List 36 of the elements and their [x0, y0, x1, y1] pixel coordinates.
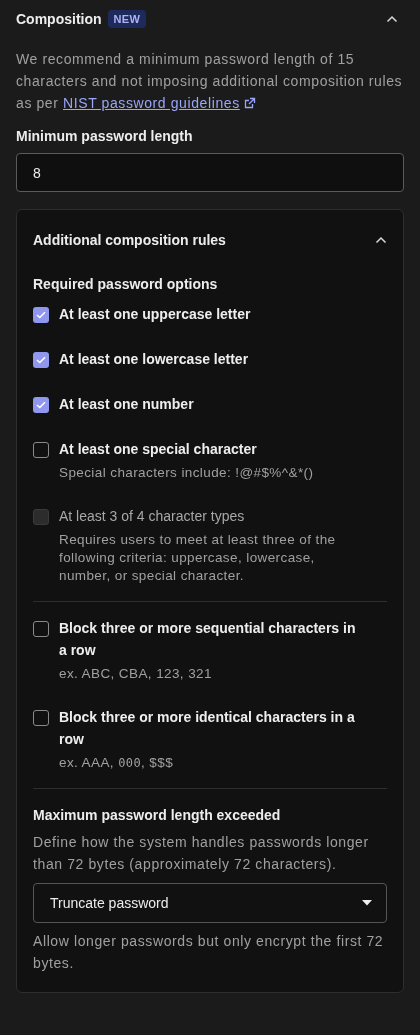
option-label: At least one special character	[59, 440, 258, 459]
option-hint: ex. ABC, CBA, 123, 321	[59, 665, 213, 683]
new-badge: NEW	[107, 10, 147, 28]
field-label: Maximum password length exceeded	[33, 807, 282, 823]
option-label: At least 3 of 4 character types	[59, 507, 246, 526]
checkmark-icon	[36, 356, 46, 364]
option-hint: ex. AAA, 000, $$$	[59, 754, 175, 772]
checkbox[interactable]	[33, 352, 49, 368]
field-description: Define how the system handles passwords longer than 72 bytes (approximately 72 characters).	[33, 833, 370, 874]
input-field[interactable]: 8	[16, 153, 404, 192]
chevron-up-icon[interactable]	[386, 15, 398, 23]
section-title: Composition	[16, 11, 102, 27]
option-label: At least one uppercase letter	[59, 305, 251, 324]
option-hint: Requires users to meet at least three of the following criteria: uppercase, lowercase, number, or special character.	[59, 531, 337, 585]
chevron-up-icon[interactable]	[375, 236, 387, 244]
checkbox[interactable]	[33, 710, 49, 726]
checkmark-icon	[36, 311, 46, 319]
checkbox[interactable]	[33, 397, 49, 413]
section-description: We recommend a minimum password length of 15 characters and not imposing additional composition rules as per NIST password guidelines	[16, 50, 404, 113]
checkbox[interactable]	[33, 307, 49, 323]
option-hint: Special characters include: !@#$%^&*()	[59, 464, 314, 482]
option-label: At least one number	[59, 395, 194, 414]
checkmark-icon	[36, 401, 46, 409]
checkbox[interactable]	[33, 621, 49, 637]
option-label: Block three or more identical characters in a row	[59, 708, 356, 749]
card-title: Additional composition rules	[33, 232, 226, 248]
options-heading: Required password options	[33, 276, 219, 292]
checkbox[interactable]	[33, 442, 49, 458]
field-label: Minimum password length	[16, 128, 194, 144]
option-label: Block three or more sequential characters in a row	[59, 619, 357, 660]
guidelines-link[interactable]: NIST password guidelines	[63, 95, 240, 111]
external-link-icon	[243, 97, 256, 109]
caret-icon	[362, 900, 372, 906]
help-text: Allow longer passwords but only encrypt the first 72 bytes.	[33, 932, 385, 973]
option-label: At least one lowercase letter	[59, 350, 249, 369]
dropdown[interactable]: Truncate password	[33, 883, 387, 923]
